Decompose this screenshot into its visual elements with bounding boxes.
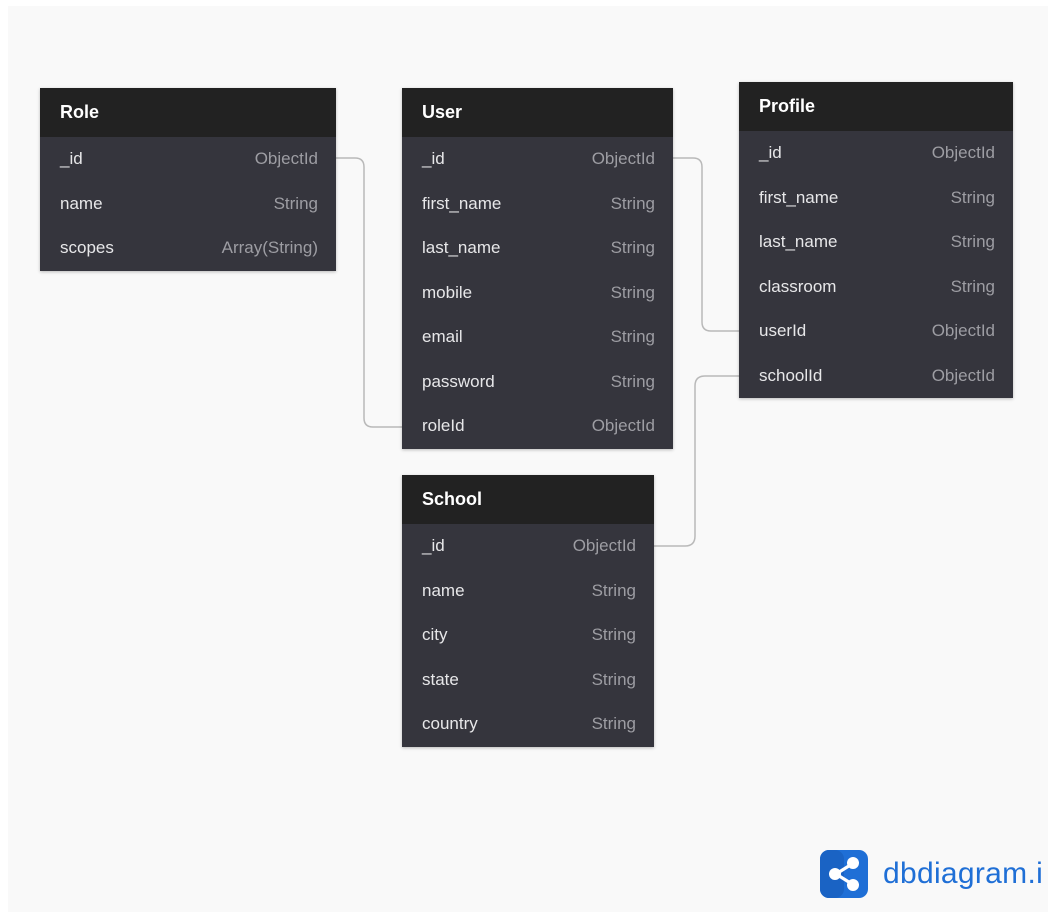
- table-header-user[interactable]: User: [402, 88, 673, 137]
- field-type: String: [273, 193, 318, 213]
- field-type: String: [610, 193, 655, 213]
- field-row[interactable]: userId ObjectId: [739, 309, 1013, 354]
- field-name: name: [422, 580, 465, 600]
- field-type: ObjectId: [572, 536, 636, 556]
- field-type: String: [610, 327, 655, 347]
- field-type: ObjectId: [591, 416, 655, 436]
- field-name: _id: [759, 143, 782, 163]
- brand-text: dbdiagram.i: [883, 857, 1044, 890]
- field-name: email: [422, 327, 463, 347]
- table-school[interactable]: School _id ObjectId name String city Str…: [402, 475, 654, 747]
- field-type: String: [610, 238, 655, 258]
- table-header-school[interactable]: School: [402, 475, 654, 524]
- field-name: first_name: [422, 193, 502, 213]
- field-row[interactable]: email String: [402, 315, 673, 360]
- field-type: ObjectId: [931, 365, 995, 385]
- field-row[interactable]: classroom String: [739, 265, 1013, 310]
- field-name: password: [422, 371, 495, 391]
- field-type: ObjectId: [591, 149, 655, 169]
- field-row[interactable]: name String: [40, 182, 336, 227]
- field-name: scopes: [60, 238, 114, 258]
- field-name: schoolId: [759, 365, 823, 385]
- field-type: String: [950, 276, 995, 296]
- table-header-profile[interactable]: Profile: [739, 82, 1013, 131]
- field-type: String: [950, 232, 995, 252]
- table-user[interactable]: User _id ObjectId first_name String last…: [402, 88, 673, 449]
- field-name: country: [422, 714, 478, 734]
- field-row[interactable]: roleId ObjectId: [402, 404, 673, 449]
- field-name: mobile: [422, 282, 473, 302]
- field-row[interactable]: first_name String: [739, 176, 1013, 221]
- field-row[interactable]: city String: [402, 613, 654, 658]
- field-name: last_name: [422, 238, 501, 258]
- field-type: ObjectId: [254, 149, 318, 169]
- field-name: userId: [759, 321, 807, 341]
- field-type: ObjectId: [931, 321, 995, 341]
- field-type: String: [591, 669, 636, 689]
- field-type: String: [591, 625, 636, 645]
- field-name: roleId: [422, 416, 465, 436]
- share-nodes-icon: [820, 850, 868, 898]
- field-name: last_name: [759, 232, 838, 252]
- field-row[interactable]: _id ObjectId: [402, 524, 654, 569]
- field-row[interactable]: first_name String: [402, 182, 673, 227]
- field-row[interactable]: last_name String: [402, 226, 673, 271]
- field-type: String: [610, 282, 655, 302]
- field-row[interactable]: scopes Array(String): [40, 226, 336, 271]
- field-row[interactable]: mobile String: [402, 271, 673, 316]
- field-name: city: [422, 625, 448, 645]
- field-type: String: [591, 714, 636, 734]
- table-header-role[interactable]: Role: [40, 88, 336, 137]
- brand-logo[interactable]: dbdiagram.i: [820, 850, 1043, 898]
- field-name: _id: [422, 536, 445, 556]
- field-name: name: [60, 193, 103, 213]
- field-row[interactable]: password String: [402, 360, 673, 405]
- field-type: String: [591, 580, 636, 600]
- field-name: first_name: [759, 187, 839, 207]
- field-row[interactable]: _id ObjectId: [40, 137, 336, 182]
- field-type: String: [610, 371, 655, 391]
- field-name: _id: [60, 149, 83, 169]
- field-row[interactable]: country String: [402, 702, 654, 747]
- field-type: String: [950, 187, 995, 207]
- table-role[interactable]: Role _id ObjectId name String scopes Arr…: [40, 88, 336, 271]
- field-row[interactable]: name String: [402, 569, 654, 614]
- field-row[interactable]: state String: [402, 658, 654, 703]
- field-name: _id: [422, 149, 445, 169]
- field-name: classroom: [759, 276, 837, 296]
- table-profile[interactable]: Profile _id ObjectId first_name String l…: [739, 82, 1013, 398]
- field-type: ObjectId: [931, 143, 995, 163]
- field-row[interactable]: schoolId ObjectId: [739, 354, 1013, 399]
- field-type: Array(String): [221, 238, 318, 258]
- field-row[interactable]: _id ObjectId: [402, 137, 673, 182]
- field-name: state: [422, 669, 459, 689]
- field-row[interactable]: _id ObjectId: [739, 131, 1013, 176]
- field-row[interactable]: last_name String: [739, 220, 1013, 265]
